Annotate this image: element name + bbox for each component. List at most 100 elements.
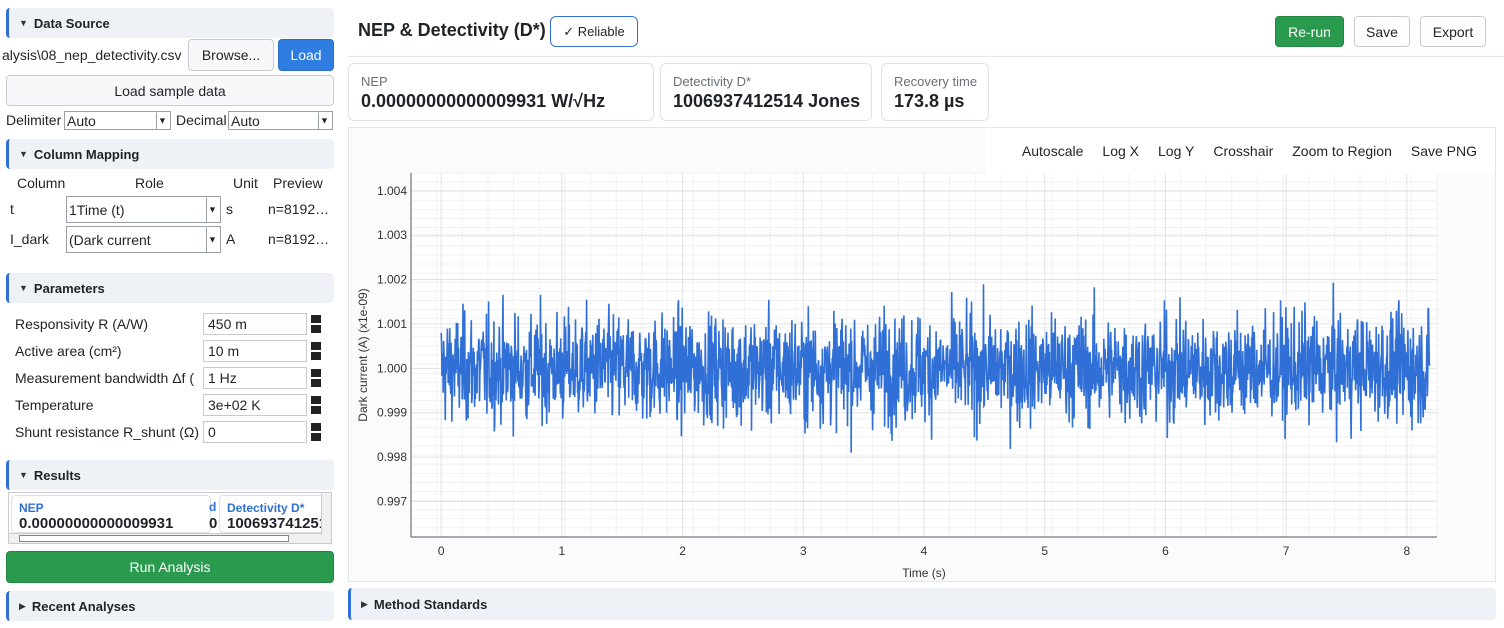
file-path-field[interactable]: alysis\08_nep_detectivity.csv <box>0 40 184 70</box>
nep-result-value: 0.00000000000009931 <box>19 515 174 532</box>
row-unit: A <box>226 231 236 247</box>
role-select[interactable]: (Dark current ▼ <box>66 226 221 253</box>
param-input[interactable]: 1 Hz <box>203 367 307 389</box>
y-tick-label: 1.000 <box>377 361 407 375</box>
save-button[interactable]: Save <box>1354 16 1410 47</box>
param-label: Temperature <box>15 397 94 413</box>
chevron-down-icon: ▼ <box>206 197 218 222</box>
plot-area[interactable]: 0 1 2 3 4 5 6 7 8 0.997 0.998 0.999 1.000 1.001 1.002 1… <box>348 127 1496 582</box>
x-tick-label: 3 <box>800 544 807 558</box>
x-tick-label: 4 <box>921 544 928 558</box>
decimal-select[interactable]: Auto ▼ <box>228 111 333 130</box>
load-button[interactable]: Load <box>278 39 334 71</box>
row-column-name: t <box>10 201 14 217</box>
zoom-region-button[interactable]: Zoom to Region <box>1292 143 1392 159</box>
data-source-header[interactable]: ▼ Data Source <box>6 8 334 38</box>
collapse-triangle-icon: ▼ <box>19 283 28 293</box>
param-stepper[interactable] <box>311 369 321 387</box>
expand-triangle-icon: ▶ <box>19 600 26 611</box>
x-tick-label: 8 <box>1403 544 1410 558</box>
param-input[interactable]: 0 <box>203 421 307 443</box>
load-sample-button[interactable]: Load sample data <box>6 75 334 106</box>
param-stepper[interactable] <box>311 342 321 360</box>
parameters-header[interactable]: ▼ Parameters <box>6 273 334 303</box>
y-tick-label: 0.998 <box>377 450 407 464</box>
main-panel: NEP & Detectivity (D*) ✓ Reliable Re-run… <box>348 0 1504 628</box>
section-title: Column Mapping <box>33 146 140 162</box>
x-tick-label: 1 <box>559 544 566 558</box>
row-preview: n=8192… <box>268 231 330 247</box>
chevron-down-icon: ▼ <box>156 112 168 129</box>
metric-value: 0.00000000000009931 W/√Hz <box>361 91 606 111</box>
param-stepper[interactable] <box>311 315 321 333</box>
x-tick-label: 0 <box>438 544 445 558</box>
chart-svg[interactable]: 0 1 2 3 4 5 6 7 8 0.997 0.998 0.999 1.000 1.001 1.002 1… <box>349 128 1495 581</box>
chevron-down-icon: ▼ <box>318 112 330 129</box>
scrollbar-thumb[interactable] <box>19 535 289 542</box>
delimiter-label: Delimiter <box>6 112 62 128</box>
detectivity-metric-card: Detectivity D* 1006937412514 Jones <box>660 63 872 121</box>
nep-result-label: NEP <box>19 501 44 515</box>
y-tick-label: 1.004 <box>377 184 407 198</box>
column-mapping-header[interactable]: ▼ Column Mapping <box>6 139 334 169</box>
param-input[interactable]: 3e+02 K <box>203 394 307 416</box>
export-button[interactable]: Export <box>1420 16 1486 47</box>
run-analysis-button[interactable]: Run Analysis <box>6 551 334 583</box>
y-tick-label: 1.001 <box>377 317 407 331</box>
log-x-button[interactable]: Log X <box>1102 143 1139 159</box>
x-tick-label: 6 <box>1162 544 1169 558</box>
clipped-char: d <box>209 500 217 514</box>
param-label: Measurement bandwidth Δf ( <box>15 370 194 386</box>
x-axis-label: Time (s) <box>902 566 946 580</box>
metric-label: Recovery time <box>894 74 978 89</box>
x-tick-label: 2 <box>679 544 686 558</box>
param-label: Active area (cm²) <box>15 343 122 359</box>
section-title: Parameters <box>33 280 105 296</box>
role-header: Role <box>135 175 164 191</box>
param-input[interactable]: 10 m <box>203 340 307 362</box>
results-header[interactable]: ▼ Results <box>6 460 334 490</box>
method-standards-header[interactable]: ▶ Method Standards <box>348 588 1496 620</box>
delimiter-value: Auto <box>67 112 96 129</box>
param-input[interactable]: 450 m <box>203 313 307 335</box>
collapse-triangle-icon: ▼ <box>19 149 28 159</box>
section-title: Data Source <box>33 15 110 31</box>
param-stepper[interactable] <box>311 423 321 441</box>
column-header: Column <box>17 175 66 191</box>
sidebar: ▼ Data Source alysis\08_nep_detectivity.… <box>0 0 340 628</box>
detectivity-result-card: Detectivity D* 100693741251 <box>219 495 329 533</box>
horizontal-scrollbar[interactable] <box>9 533 331 543</box>
page-title: NEP & Detectivity (D*) <box>358 20 546 40</box>
detectivity-result-value: 100693741251 <box>227 515 328 532</box>
row-column-name: I_dark <box>10 231 49 247</box>
section-title: Method Standards <box>373 596 488 612</box>
log-y-button[interactable]: Log Y <box>1158 143 1194 159</box>
role-select[interactable]: 1Time (t) ▼ <box>66 196 221 223</box>
delimiter-select[interactable]: Auto ▼ <box>64 111 171 130</box>
crosshair-button[interactable]: Crosshair <box>1213 143 1273 159</box>
save-png-button[interactable]: Save PNG <box>1411 143 1477 159</box>
role-value: (Dark current <box>69 231 151 248</box>
plot-toolbar: Autoscale Log X Log Y Crosshair Zoom to … <box>985 128 1495 174</box>
collapse-triangle-icon: ▼ <box>19 18 28 28</box>
nep-metric-card: NEP 0.00000000000009931 W/√Hz <box>348 63 654 121</box>
section-title: Recent Analyses <box>31 598 136 614</box>
param-label: Shunt resistance R_shunt (Ω) <box>15 424 199 440</box>
chevron-down-icon: ▼ <box>206 227 218 252</box>
y-tick-label: 0.999 <box>377 406 407 420</box>
recent-analyses-header[interactable]: ▶ Recent Analyses <box>6 591 334 621</box>
autoscale-button[interactable]: Autoscale <box>1022 143 1083 159</box>
rerun-button[interactable]: Re-run <box>1275 16 1344 47</box>
row-preview: n=8192… <box>268 201 330 217</box>
reliable-badge[interactable]: ✓ Reliable <box>550 16 638 47</box>
param-stepper[interactable] <box>311 396 321 414</box>
results-scroll-area[interactable]: NEP 0.00000000000009931 d 0 Detectivity … <box>8 492 332 544</box>
vertical-scrollbar[interactable] <box>321 493 331 535</box>
browse-button[interactable]: Browse... <box>188 39 274 71</box>
preview-header: Preview <box>273 175 323 191</box>
decimal-value: Auto <box>231 112 260 129</box>
param-label: Responsivity R (A/W) <box>15 316 149 332</box>
clipped-char: 0 <box>209 515 218 532</box>
metric-label: Detectivity D* <box>673 74 752 89</box>
header-divider <box>348 56 1504 57</box>
